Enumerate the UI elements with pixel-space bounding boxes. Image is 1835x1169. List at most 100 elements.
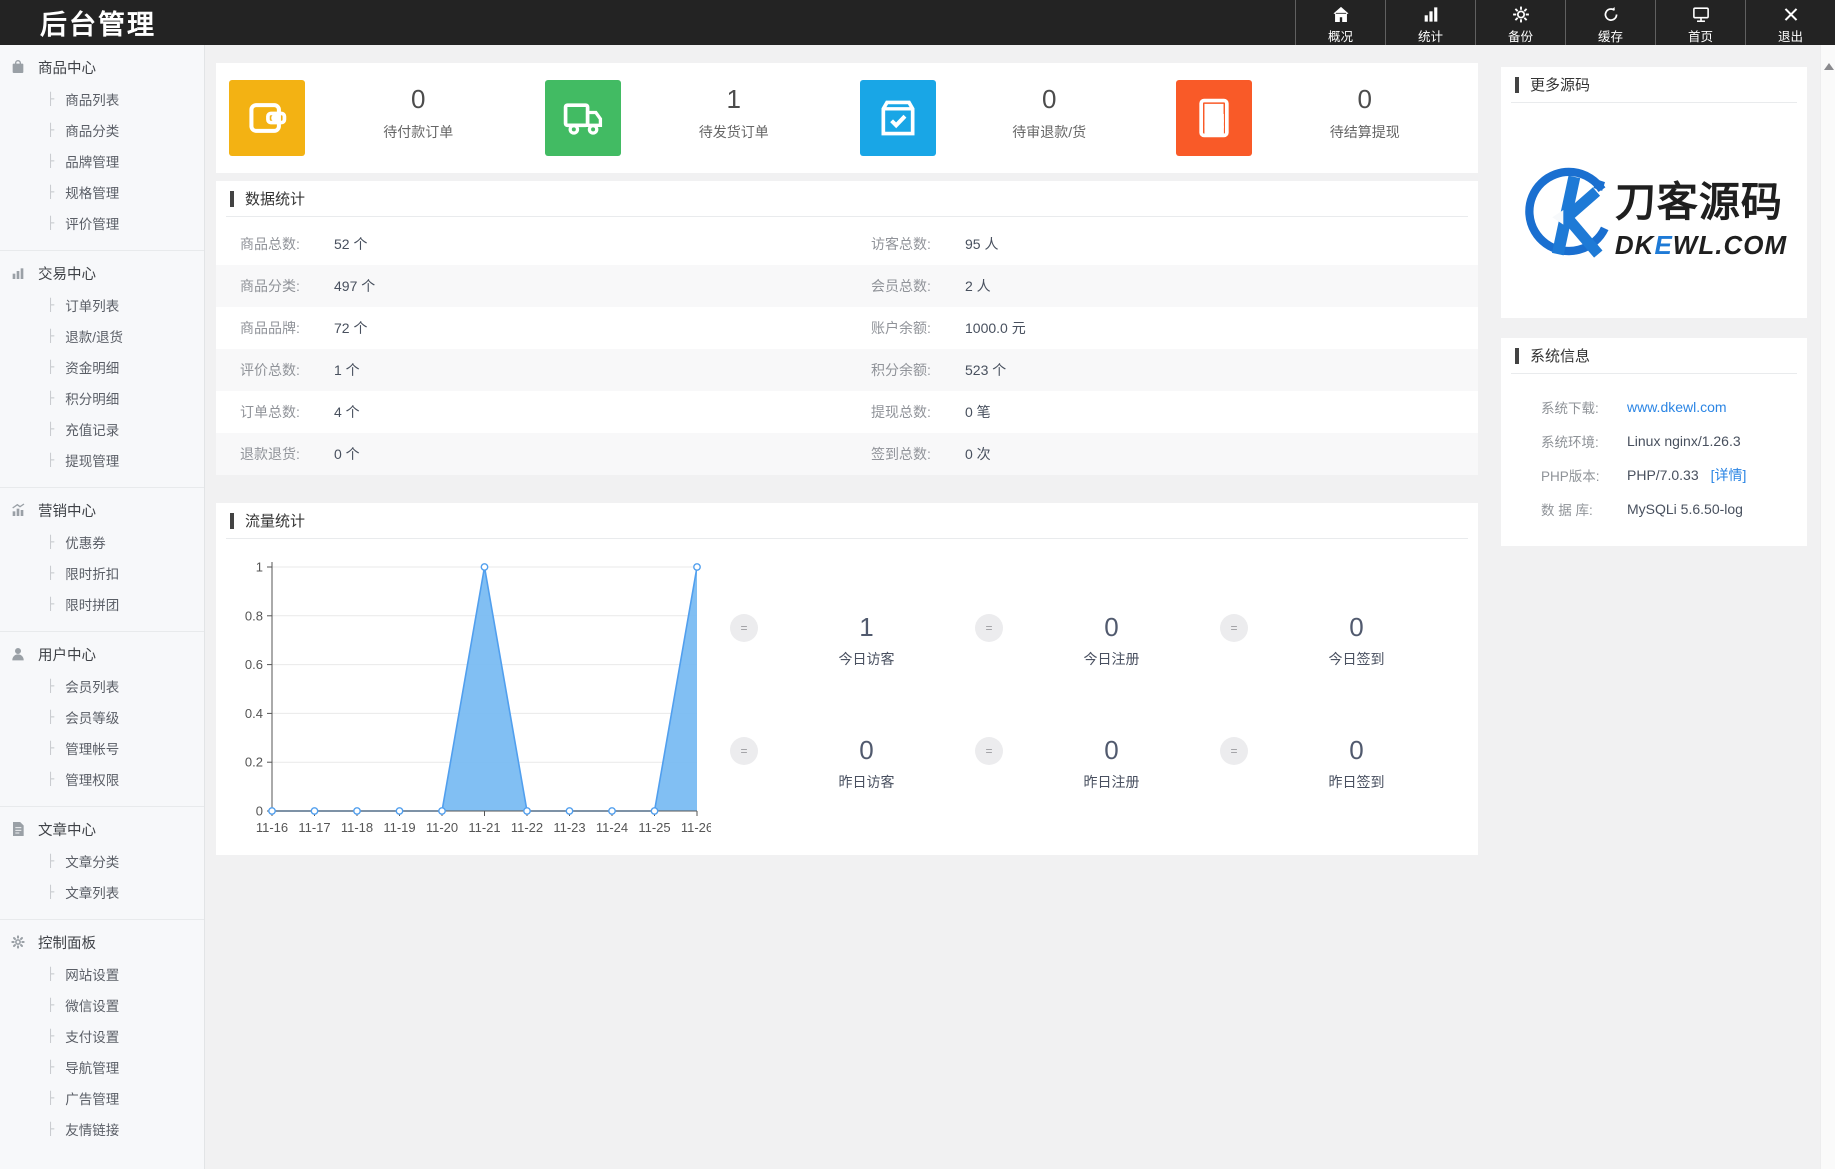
sidebar-item-article-list[interactable]: ├文章列表 (0, 876, 204, 907)
sidebar-section-header[interactable]: 控制面板 (0, 930, 204, 954)
sidebar-item-withdraw-manage[interactable]: ├提现管理 (0, 444, 204, 475)
sidebar-item-spec-manage[interactable]: ├规格管理 (0, 176, 204, 207)
sidebar-item-friend-links[interactable]: ├友情链接 (0, 1113, 204, 1144)
sidebar-item-admin-permission[interactable]: ├管理权限 (0, 763, 204, 794)
header-bar: 后台管理 概况 统计 备份 缓存 首页 退出 (0, 0, 1835, 45)
card-pending-settle[interactable]: 0 待结算提现 (1163, 63, 1479, 173)
sidebar-section-title: 商品中心 (38, 57, 96, 78)
php-detail-link[interactable]: [详情] (1711, 465, 1747, 485)
gear-icon (10, 934, 26, 950)
stat-yesterday-registrations: = 0昨日注册 (975, 713, 1220, 836)
sidebar-section-title: 用户中心 (38, 644, 96, 665)
title-bar-decoration (1515, 77, 1519, 93)
tree-branch-icon: ├ (47, 391, 54, 405)
sidebar-item-wechat-settings[interactable]: ├微信设置 (0, 989, 204, 1020)
equals-icon: = (1220, 737, 1248, 765)
svg-text:0.2: 0.2 (245, 755, 263, 770)
calculator-icon (1192, 96, 1236, 140)
svg-text:0.6: 0.6 (245, 657, 263, 672)
card-pending-refund[interactable]: 0 待审退款/货 (847, 63, 1163, 173)
sidebar-item-goods-list[interactable]: ├商品列表 (0, 83, 204, 114)
title-bar-decoration (230, 191, 234, 207)
box-check-icon (876, 96, 920, 140)
sidebar-item-recharge-record[interactable]: ├充值记录 (0, 413, 204, 444)
nav-statistics[interactable]: 统计 (1385, 0, 1475, 45)
sidebar-item-member-list[interactable]: ├会员列表 (0, 670, 204, 701)
stat-yesterday-checkins: = 0昨日签到 (1220, 713, 1465, 836)
tree-branch-icon: ├ (47, 1122, 54, 1136)
tree-branch-icon: ├ (47, 566, 54, 580)
svg-text:11-26: 11-26 (681, 820, 711, 835)
sidebar-section-header[interactable]: 用户中心 (0, 642, 204, 666)
nav-logout[interactable]: 退出 (1745, 0, 1835, 45)
stat-today-registrations: = 0今日注册 (975, 590, 1220, 713)
sidebar-item-flash-discount[interactable]: ├限时折扣 (0, 557, 204, 588)
sidebar-section-header[interactable]: 商品中心 (0, 55, 204, 79)
download-link[interactable]: www.dkewl.com (1627, 399, 1727, 415)
stat-row: 商品品牌:72 个 账户余额:1000.0 元 (216, 307, 1478, 349)
scrollbar[interactable] (1820, 45, 1835, 1169)
panel-title: 更多源码 (1511, 67, 1797, 103)
nav-backup[interactable]: 备份 (1475, 0, 1565, 45)
svg-text:11-18: 11-18 (341, 820, 373, 835)
tree-branch-icon: ├ (47, 185, 54, 199)
sidebar-item-group-buy[interactable]: ├限时拼团 (0, 588, 204, 619)
sidebar-section-header[interactable]: 交易中心 (0, 261, 204, 285)
dkewl-logo[interactable]: 刀客源码 DKEWL.COM (1501, 147, 1807, 282)
nav-overview[interactable]: 概况 (1295, 0, 1385, 45)
traffic-panel: 流量统计 00.20.40.60.8111-1611-1711-1811-191… (216, 503, 1478, 855)
sidebar-item-site-settings[interactable]: ├网站设置 (0, 958, 204, 989)
card-label: 待付款订单 (305, 122, 532, 142)
tree-branch-icon: ├ (47, 1060, 54, 1074)
sidebar-section-header[interactable]: 文章中心 (0, 817, 204, 841)
card-value: 0 (936, 84, 1163, 115)
trend-chart-icon (10, 502, 26, 518)
svg-text:11-25: 11-25 (638, 820, 670, 835)
card-value: 0 (1252, 84, 1479, 115)
sidebar-item-admin-account[interactable]: ├管理帐号 (0, 732, 204, 763)
sidebar-section-control: 控制面板 ├网站设置 ├微信设置 ├支付设置 ├导航管理 ├广告管理 ├友情链接 (0, 920, 204, 1156)
svg-text:0.4: 0.4 (245, 706, 263, 721)
sys-row-environment: 系统环境: Linux nginx/1.26.3 (1501, 424, 1807, 458)
card-pending-payment[interactable]: 0 待付款订单 (216, 63, 532, 173)
sidebar-item-goods-category[interactable]: ├商品分类 (0, 114, 204, 145)
sidebar: 商品中心 ├商品列表 ├商品分类 ├品牌管理 ├规格管理 ├评价管理 交易中心 … (0, 45, 205, 1169)
nav-homepage[interactable]: 首页 (1655, 0, 1745, 45)
nav-label: 统计 (1418, 26, 1443, 45)
tree-branch-icon: ├ (47, 1091, 54, 1105)
sidebar-item-refund-return[interactable]: ├退款/退货 (0, 320, 204, 351)
sys-row-php: PHP版本: PHP/7.0.33 [详情] (1501, 458, 1807, 492)
sidebar-section-header[interactable]: 营销中心 (0, 498, 204, 522)
nav-label: 概况 (1328, 26, 1353, 45)
sidebar-item-member-level[interactable]: ├会员等级 (0, 701, 204, 732)
tree-branch-icon: ├ (47, 679, 54, 693)
sidebar-section-title: 文章中心 (38, 819, 96, 840)
sidebar-item-ad-manage[interactable]: ├广告管理 (0, 1082, 204, 1113)
sidebar-item-article-category[interactable]: ├文章分类 (0, 845, 204, 876)
panel-title-text: 数据统计 (245, 188, 305, 209)
sidebar-section-trade: 交易中心 ├订单列表 ├退款/退货 ├资金明细 ├积分明细 ├充值记录 ├提现管… (0, 251, 204, 488)
sidebar-section-marketing: 营销中心 ├优惠券 ├限时折扣 ├限时拼团 (0, 488, 204, 632)
card-value: 0 (305, 84, 532, 115)
sidebar-item-points-detail[interactable]: ├积分明细 (0, 382, 204, 413)
sidebar-item-fund-detail[interactable]: ├资金明细 (0, 351, 204, 382)
sidebar-item-nav-manage[interactable]: ├导航管理 (0, 1051, 204, 1082)
app-title: 后台管理 (40, 3, 156, 42)
tree-branch-icon: ├ (47, 154, 54, 168)
svg-text:0.8: 0.8 (245, 608, 263, 623)
tree-branch-icon: ├ (47, 1029, 54, 1043)
tree-branch-icon: ├ (47, 329, 54, 343)
sidebar-item-review-manage[interactable]: ├评价管理 (0, 207, 204, 238)
sidebar-item-coupon[interactable]: ├优惠券 (0, 526, 204, 557)
sidebar-item-order-list[interactable]: ├订单列表 (0, 289, 204, 320)
sidebar-item-brand-manage[interactable]: ├品牌管理 (0, 145, 204, 176)
card-pending-ship[interactable]: 1 待发货订单 (532, 63, 848, 173)
tree-branch-icon: ├ (47, 298, 54, 312)
nav-cache[interactable]: 缓存 (1565, 0, 1655, 45)
gear-icon (1511, 5, 1531, 24)
panel-title-text: 流量统计 (245, 510, 305, 531)
sidebar-item-payment-settings[interactable]: ├支付设置 (0, 1020, 204, 1051)
panel-title: 数据统计 (226, 181, 1468, 217)
svg-text:11-19: 11-19 (383, 820, 415, 835)
scroll-up-arrow[interactable] (1824, 63, 1834, 70)
